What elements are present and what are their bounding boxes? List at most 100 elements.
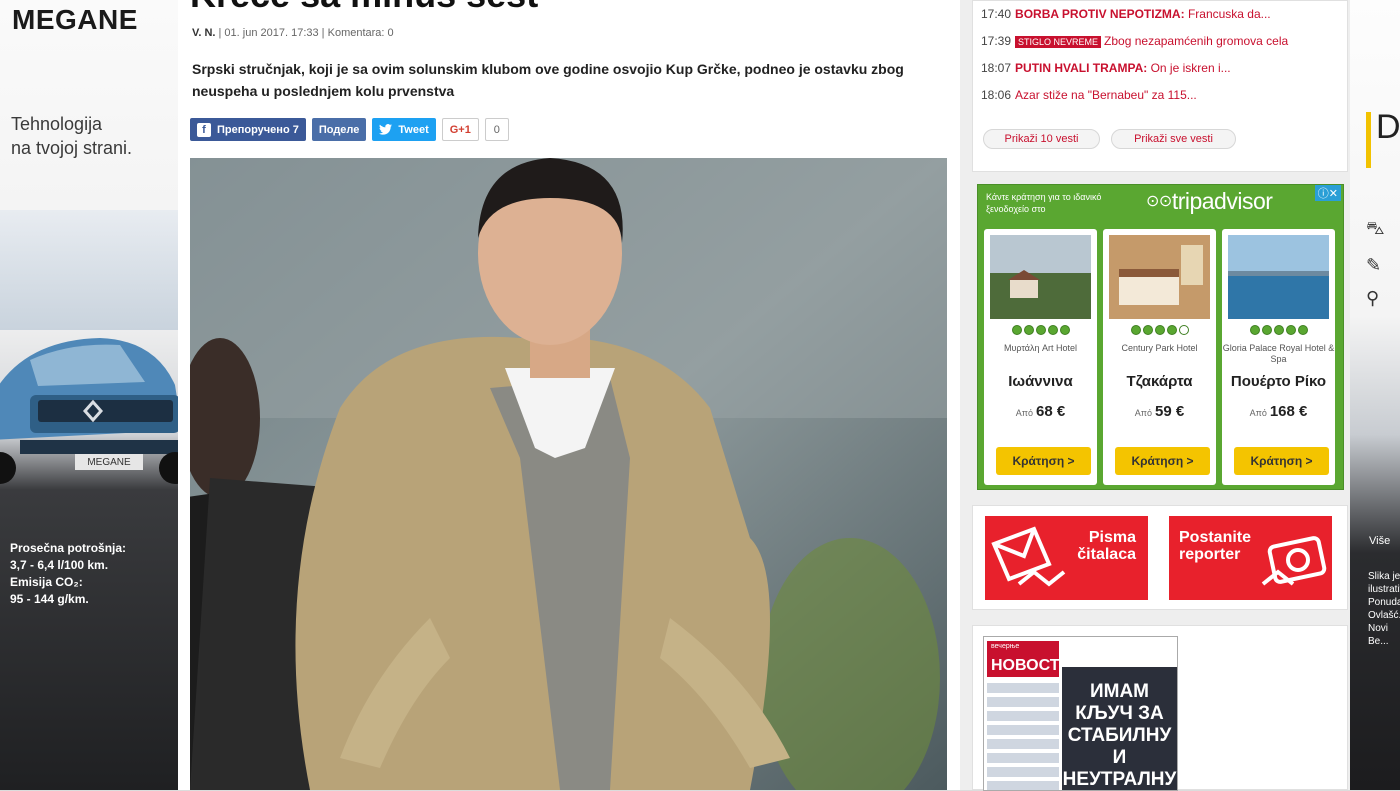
tweet-button[interactable]: Tweet: [372, 118, 436, 141]
letters-banner[interactable]: Pisma čitalaca: [985, 516, 1148, 600]
reporter-banner[interactable]: Postanite reporter: [1169, 516, 1332, 600]
hotel-price: Από 59 €: [1103, 403, 1216, 420]
hotel-city: Ιωάννινα: [1008, 373, 1073, 390]
ad-letter: D: [1376, 108, 1400, 146]
news-text: Azar stiže na "Bernabeu" za 115...: [1015, 88, 1197, 102]
news-time: 17:39: [981, 34, 1012, 48]
cover-side-column: [987, 683, 1059, 790]
car-icon: ⛍: [1366, 218, 1385, 238]
price-from: Από: [1134, 408, 1152, 418]
google-plus-label: G+1: [449, 123, 471, 136]
news-time: 17:40: [981, 7, 1012, 21]
ad-brand: MEGANE: [12, 4, 138, 35]
google-plus-button[interactable]: G+1: [441, 118, 479, 141]
ad-tagline: Tehnologija na tvojoj strani.: [11, 112, 132, 160]
news-item[interactable]: 18:06 Azar stiže na "Bernabeu" za 115...: [981, 88, 1197, 102]
tweet-label: Tweet: [398, 123, 429, 136]
price-from: Από: [1015, 408, 1033, 418]
news-item[interactable]: 17:39 STIGLO NEVREME Zbog nezapamćenih gro…: [981, 34, 1288, 48]
ad-tagline-line-1: Tehnologija: [11, 114, 103, 134]
sidebar: 17:40 BORBA PROTIV NEPOTIZMA: Francuska d…: [960, 0, 1350, 791]
book-button[interactable]: Κράτηση >: [1234, 447, 1329, 475]
show-10-news-button[interactable]: Prikaži 10 vesti: [983, 129, 1100, 149]
article-meta: V. N. | 01. jun 2017. 17:33 | Komentara:…: [192, 27, 394, 39]
latest-news-box: 17:40 BORBA PROTIV NEPOTIZMA: Francuska d…: [972, 0, 1348, 172]
news-item[interactable]: 18:07 PUTIN HVALI TRAMPA: On je iskren i.…: [981, 61, 1231, 75]
cover-headline: ИМАМ КЉУЧ ЗА СТАБИЛНУ И НЕУТРАЛНУ СРБИЈУ: [1062, 667, 1177, 790]
masthead-title: НОВОСТИ: [991, 657, 1072, 674]
price-value: 68 €: [1036, 403, 1066, 420]
facebook-label: Препоручено 7: [217, 123, 299, 136]
share-label: Поделе: [318, 123, 360, 136]
tripadvisor-logo: ⊙⊙tripadvisor: [1146, 188, 1273, 215]
book-button[interactable]: Κράτηση >: [996, 447, 1091, 475]
show-all-news-button[interactable]: Prikaži sve vesti: [1111, 129, 1236, 149]
news-headline: BORBA PROTIV NEPOTIZMA:: [1015, 7, 1185, 21]
tripadvisor-header: Κάντε κράτηση για το ιδανικό ξενοδοχείο …: [986, 192, 1102, 214]
ad-fine-1: Prosečna potrošnja:: [10, 541, 127, 555]
letters-label-1: Pisma: [1088, 529, 1136, 546]
article-comments-count[interactable]: Komentara: 0: [328, 27, 394, 39]
ad-more-link[interactable]: Više: [1369, 535, 1390, 547]
letters-label-2: čitalaca: [1077, 546, 1136, 563]
share-bar: f Препоручено 7 Поделе Tweet G+1 0: [190, 118, 509, 141]
ad-tagline-line-2: na tvojoj strani.: [11, 138, 133, 158]
news-time: 18:06: [981, 88, 1012, 102]
article-photo[interactable]: [190, 158, 947, 790]
hotel-photo: [1228, 235, 1329, 319]
ad-close-icon[interactable]: ⓘ✕: [1314, 185, 1341, 201]
hotel-price: Από 168 €: [1222, 403, 1335, 420]
rating-dots: [1222, 325, 1335, 335]
article-author: V. N.: [192, 27, 216, 39]
hotel-city: Πουέρτο Ρίκο: [1230, 373, 1327, 390]
book-button[interactable]: Κράτηση >: [1115, 447, 1210, 475]
hotel-price: Από 68 €: [984, 403, 1097, 420]
news-item[interactable]: 17:40 BORBA PROTIV NEPOTIZMA: Francuska d…: [981, 7, 1271, 21]
article-date: | 01. jun 2017. 17:33 |: [218, 27, 325, 39]
hotel-city: Τζακάρτα: [1126, 373, 1193, 390]
hotel-name: Gloria Palace Royal Hotel & Spa: [1222, 343, 1335, 364]
ad-fine-4: 95 - 144 g/km.: [10, 592, 89, 606]
article-lead: Srpski stručnjak, koji je sa ovim soluns…: [192, 61, 904, 99]
ad-accent-bar: [1366, 112, 1371, 168]
twitter-icon: [379, 124, 393, 135]
tripadvisor-ad[interactable]: Κάντε κράτηση για το ιδανικό ξενοδοχείο …: [977, 184, 1344, 490]
newspaper-cover-box[interactable]: вечерње НОВОСТИ ИМАМ КЉУЧ ЗА СТАБИЛНУ И Н…: [972, 625, 1348, 791]
news-text: On je iskren i...: [1150, 61, 1231, 75]
hotel-card[interactable]: Gloria Palace Royal Hotel & Spa Πουέρτο …: [1222, 229, 1335, 485]
envelope-icon: [991, 526, 1066, 587]
article-column: Kreće sa minus šest V. N. | 01. jun 2017…: [178, 0, 960, 790]
price-value: 59 €: [1155, 403, 1185, 420]
left-ad-banner[interactable]: MEGANE Tehnologija na tvojoj strani. MEG…: [0, 0, 178, 790]
camera-icon: [1261, 536, 1327, 586]
google-plus-count: 0: [484, 118, 509, 141]
news-text: Zbog nezapamćenih gromova cela: [1104, 34, 1289, 48]
masthead-pre: вечерње: [991, 643, 1020, 650]
news-badge: STIGLO NEVREME: [1015, 36, 1102, 48]
news-headline: PUTIN HVALI TRAMPA:: [1015, 61, 1148, 75]
price-value: 168 €: [1269, 403, 1308, 420]
newspaper-masthead: вечерње НОВОСТИ: [987, 641, 1071, 677]
ad-fine-2: 3,7 - 6,4 l/100 km.: [10, 558, 109, 572]
wrench-icon: ✎: [1366, 255, 1382, 275]
newspaper-cover[interactable]: вечерње НОВОСТИ ИМАМ КЉУЧ ЗА СТАБИЛНУ И Н…: [983, 636, 1178, 791]
car-image: MEGANE: [0, 338, 178, 484]
share-button[interactable]: Поделе: [311, 118, 367, 141]
facebook-recommend-button[interactable]: f Препоручено 7: [190, 118, 306, 141]
right-ad-banner[interactable]: D ⛍ ✎ ⚲ Više Slika je ilustrativna. Ponu…: [1350, 0, 1400, 790]
car-plate: MEGANE: [87, 457, 131, 468]
ad-fine-print: Prosečna potrošnja: 3,7 - 6,4 l/100 km. …: [10, 540, 126, 608]
reader-services: Pisma čitalaca Postanite reporter: [972, 505, 1348, 610]
hotel-card[interactable]: Century Park Hotel Τζακάρτα Από 59 € Κράτ…: [1103, 229, 1216, 485]
reporter-label-1: Postanite: [1179, 529, 1252, 546]
ad-fine-3: Emisija CO₂:: [10, 575, 83, 589]
owl-icon: ⊙⊙: [1146, 193, 1172, 210]
hotel-name: Μυρτάλη Art Hotel: [1003, 343, 1078, 353]
search-car-icon: ⚲: [1366, 288, 1380, 308]
hotel-name: Century Park Hotel: [1121, 343, 1198, 353]
hotel-card[interactable]: Μυρτάλη Art Hotel Ιωάννινα Από 68 € Κράτη…: [984, 229, 1097, 485]
price-from: Από: [1249, 408, 1267, 418]
news-text: Francuska da...: [1187, 7, 1271, 21]
facebook-icon: f: [197, 122, 211, 137]
news-time: 18:07: [981, 61, 1012, 75]
